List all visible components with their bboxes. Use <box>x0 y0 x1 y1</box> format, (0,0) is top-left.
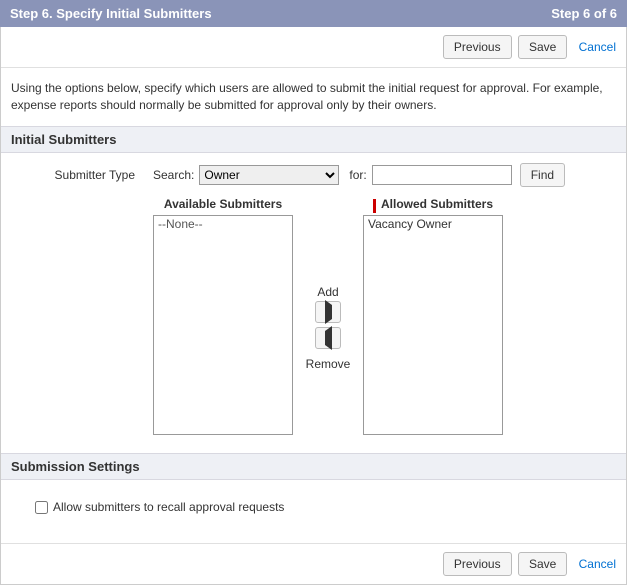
previous-button[interactable]: Previous <box>443 552 512 576</box>
recall-checkbox-row: Allow submitters to recall approval requ… <box>13 490 614 525</box>
wizard-header: Step 6. Specify Initial Submitters Step … <box>0 0 627 27</box>
arrow-right-icon <box>325 305 332 319</box>
search-for-input[interactable] <box>372 165 512 185</box>
picklist-controls: Add Remove <box>293 215 363 435</box>
remove-label: Remove <box>306 357 351 371</box>
top-action-bar: Previous Save Cancel <box>1 27 626 68</box>
find-button[interactable]: Find <box>520 163 565 187</box>
submission-settings-header: Submission Settings <box>1 453 626 480</box>
list-item[interactable]: --None-- <box>154 216 292 232</box>
available-submitters-listbox[interactable]: --None-- <box>153 215 293 435</box>
remove-button[interactable] <box>315 327 341 349</box>
available-submitters-title: Available Submitters <box>164 197 282 211</box>
list-item[interactable]: Vacancy Owner <box>364 216 502 232</box>
save-button[interactable]: Save <box>518 35 567 59</box>
search-type-select[interactable]: Owner <box>199 165 339 185</box>
allowed-submitters-title: Allowed Submitters <box>381 197 493 211</box>
initial-submitters-header: Initial Submitters <box>1 126 626 153</box>
submitter-type-row: Submitter Type Search: Owner for: Find <box>13 163 614 187</box>
add-button[interactable] <box>315 301 341 323</box>
cancel-link[interactable]: Cancel <box>579 557 616 571</box>
search-label: Search: <box>153 168 194 182</box>
allowed-submitters-col: Allowed Submitters Vacancy Owner <box>363 197 503 435</box>
wizard-title: Step 6. Specify Initial Submitters <box>10 6 212 21</box>
bottom-action-bar: Previous Save Cancel <box>1 543 626 584</box>
picklist-row: Available Submitters --None-- Add Remove <box>153 197 614 435</box>
submitter-type-label: Submitter Type <box>13 168 143 182</box>
recall-checkbox[interactable] <box>35 501 48 514</box>
initial-submitters-body: Submitter Type Search: Owner for: Find A… <box>1 153 626 453</box>
available-submitters-col: Available Submitters --None-- <box>153 197 293 435</box>
save-button[interactable]: Save <box>518 552 567 576</box>
arrow-left-icon <box>325 331 332 345</box>
wizard-step-indicator: Step 6 of 6 <box>551 6 617 21</box>
instructions-text: Using the options below, specify which u… <box>1 68 626 126</box>
allowed-submitters-listbox[interactable]: Vacancy Owner <box>363 215 503 435</box>
submission-settings-body: Allow submitters to recall approval requ… <box>1 480 626 543</box>
wizard-body: Previous Save Cancel Using the options b… <box>0 27 627 585</box>
add-label: Add <box>317 285 338 299</box>
previous-button[interactable]: Previous <box>443 35 512 59</box>
cancel-link[interactable]: Cancel <box>579 40 616 54</box>
required-indicator-icon <box>373 199 376 213</box>
recall-checkbox-label: Allow submitters to recall approval requ… <box>53 500 284 514</box>
for-label: for: <box>349 168 366 182</box>
